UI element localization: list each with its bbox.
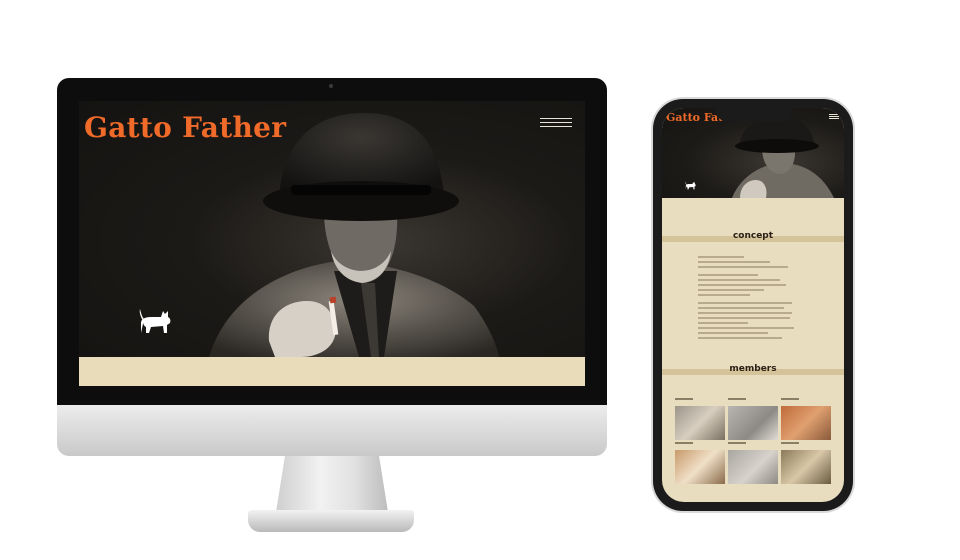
mobile-menu-icon[interactable] <box>829 114 839 119</box>
cat-photo <box>781 406 831 440</box>
imac-stand-foot <box>248 510 414 532</box>
imac-chin <box>57 405 607 456</box>
member-card[interactable] <box>728 395 778 440</box>
concept-heading-text: concept <box>732 231 774 241</box>
members-heading: members <box>662 364 844 378</box>
imac-camera <box>329 84 333 88</box>
device-mockup: Gatto Father Gatto Fat concept members <box>0 0 960 560</box>
hero-image: Gatto Father <box>79 101 585 357</box>
cat-photo <box>675 450 725 484</box>
cat-photo <box>675 406 725 440</box>
cat-photo <box>781 450 831 484</box>
member-card[interactable] <box>675 395 725 440</box>
member-card[interactable] <box>728 439 778 484</box>
cream-section <box>79 357 585 386</box>
member-card[interactable] <box>675 439 725 484</box>
cat-photo <box>728 406 778 440</box>
cat-photo <box>728 450 778 484</box>
imac-stand-neck <box>276 456 388 512</box>
menu-icon[interactable] <box>540 118 572 130</box>
desktop-site: Gatto Father <box>79 101 585 386</box>
concept-heading: concept <box>662 231 844 245</box>
site-title[interactable]: Gatto Father <box>84 111 286 144</box>
mobile-site-title[interactable]: Gatto Fat <box>666 111 723 124</box>
cat-icon <box>139 309 171 333</box>
member-card[interactable] <box>781 395 831 440</box>
iphone-notch <box>716 104 792 122</box>
mobile-cat-icon <box>685 181 696 190</box>
members-heading-text: members <box>729 364 777 374</box>
member-card[interactable] <box>781 439 831 484</box>
mobile-site: Gatto Fat concept members <box>662 108 844 502</box>
